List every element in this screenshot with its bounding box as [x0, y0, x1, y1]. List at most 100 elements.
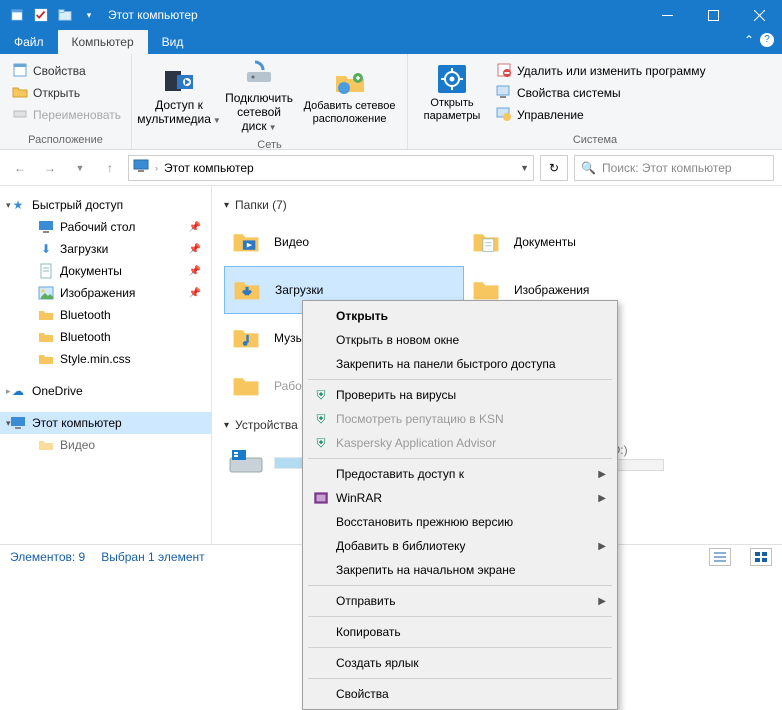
ctx-share[interactable]: Предоставить доступ к▶ — [306, 462, 614, 486]
download-icon: ⬇ — [38, 241, 54, 257]
ribbon-group-system-label: Система — [408, 132, 782, 149]
ctx-scan[interactable]: ⛨Проверить на вирусы — [306, 383, 614, 407]
ribbon-rename: Переименовать — [8, 105, 125, 126]
manage-icon — [496, 106, 512, 125]
qat-newfolder-icon[interactable] — [54, 5, 76, 25]
ctx-copy[interactable]: Копировать — [306, 620, 614, 644]
ribbon-sysprops[interactable]: Свойства системы — [494, 83, 708, 104]
pc-icon — [10, 415, 26, 431]
music-folder-icon — [228, 320, 264, 356]
tree-pictures-label: Изображения — [60, 286, 135, 300]
ctx-ksn-label: Посмотреть репутацию в KSN — [336, 412, 504, 426]
tab-file[interactable]: Файл — [0, 30, 58, 54]
ribbon-map-drive[interactable]: Подключитьсетевой диск▼ — [224, 58, 294, 133]
address-dropdown-icon[interactable]: ▼ — [520, 163, 529, 173]
ribbon-addloc-label: Добавить сетевоерасположение — [304, 100, 396, 125]
ctx-copy-label: Копировать — [336, 625, 401, 639]
ctx-properties[interactable]: Свойства — [306, 682, 614, 706]
ribbon-manage[interactable]: Управление — [494, 105, 708, 126]
ribbon-manage-label: Управление — [517, 108, 584, 122]
document-icon — [38, 263, 54, 279]
window-title: Этот компьютер — [108, 8, 644, 22]
ribbon-open[interactable]: Открыть — [8, 83, 125, 104]
breadcrumb-thispc[interactable]: Этот компьютер — [164, 161, 254, 175]
tree-downloads[interactable]: ⬇Загрузки📌 — [0, 238, 211, 260]
qat-dropdown-icon[interactable]: ▾ — [78, 5, 100, 25]
nav-up-button[interactable]: ↑ — [98, 156, 122, 180]
ctx-pin-start[interactable]: Закрепить на начальном экране — [306, 558, 614, 582]
ctx-restore[interactable]: Восстановить прежнюю версию — [306, 510, 614, 534]
ctx-shortcut-label: Создать ярлык — [336, 656, 419, 670]
navigation-bar: ← → ▼ ↑ › Этот компьютер ▼ ↻ 🔍 Поиск: Эт… — [0, 150, 782, 186]
folder-pictures-label: Изображения — [514, 283, 589, 297]
tree-onedrive[interactable]: ☁OneDrive — [0, 380, 211, 402]
tree-bt1[interactable]: Bluetooth — [0, 304, 211, 326]
ribbon-properties[interactable]: Свойства — [8, 61, 125, 82]
ribbon-collapse-icon[interactable]: ⌃ — [744, 33, 754, 47]
nav-recent-dropdown[interactable]: ▼ — [68, 156, 92, 180]
help-icon[interactable]: ? — [760, 33, 774, 47]
tree-css-label: Style.min.css — [60, 352, 131, 366]
ribbon-media-label: Доступ кмультимедиа▼ — [137, 99, 221, 127]
address-bar[interactable]: › Этот компьютер ▼ — [128, 155, 534, 181]
folder-downloads-label: Загрузки — [275, 283, 323, 297]
ctx-ksn[interactable]: ⛨Посмотреть репутацию в KSN — [306, 407, 614, 431]
folder-documents[interactable]: Документы — [464, 218, 704, 266]
ribbon-media-access[interactable]: Доступ кмультимедиа▼ — [140, 65, 218, 127]
folder-icon — [38, 351, 54, 367]
tab-computer[interactable]: Компьютер — [58, 30, 148, 54]
tree-quick-access[interactable]: ★Быстрый доступ — [0, 194, 211, 216]
tree-pictures[interactable]: Изображения📌 — [0, 282, 211, 304]
ctx-properties-label: Свойства — [336, 687, 389, 701]
navigation-pane: ★Быстрый доступ Рабочий стол📌 ⬇Загрузки📌… — [0, 186, 212, 544]
documents-folder-icon — [468, 224, 504, 260]
ribbon-open-label: Открыть — [33, 86, 80, 100]
star-icon: ★ — [10, 197, 26, 213]
tree-videos-cut[interactable]: Видео — [0, 434, 211, 456]
section-folders[interactable]: ▾Папки (7) — [224, 198, 770, 212]
nav-back-button[interactable]: ← — [8, 156, 32, 180]
ctx-sendto-label: Отправить — [336, 594, 396, 608]
ctx-open[interactable]: Открыть — [306, 304, 614, 328]
ribbon-rename-label: Переименовать — [33, 108, 121, 122]
close-button[interactable] — [736, 0, 782, 30]
ctx-scan-label: Проверить на вирусы — [336, 388, 456, 402]
search-box[interactable]: 🔍 Поиск: Этот компьютер — [574, 155, 774, 181]
submenu-arrow-icon: ▶ — [598, 469, 606, 480]
ribbon-uninstall[interactable]: Удалить или изменить программу — [494, 61, 708, 82]
tree-desktop[interactable]: Рабочий стол📌 — [0, 216, 211, 238]
title-bar: ▾ Этот компьютер — [0, 0, 782, 30]
ribbon-open-params[interactable]: Открытьпараметры — [416, 63, 488, 122]
ctx-sendto[interactable]: Отправить ▶ — [306, 589, 614, 613]
minimize-button[interactable] — [644, 0, 690, 30]
tab-view[interactable]: Вид — [148, 30, 198, 54]
qat-checkbox-icon[interactable] — [30, 5, 52, 25]
tree-desktop-label: Рабочий стол — [60, 220, 135, 234]
tree-documents-label: Документы — [60, 264, 122, 278]
ctx-winrar[interactable]: WinRAR▶ — [306, 486, 614, 510]
ctx-shortcut[interactable]: Создать ярлык — [306, 651, 614, 675]
maximize-button[interactable] — [690, 0, 736, 30]
open-folder-icon — [12, 84, 28, 103]
folder-videos[interactable]: Видео — [224, 218, 464, 266]
tree-css[interactable]: Style.min.css — [0, 348, 211, 370]
pin-icon: 📌 — [189, 266, 201, 277]
tree-documents[interactable]: Документы 📌 — [0, 260, 211, 282]
ribbon-group-location: Свойства Открыть Переименовать Расположе… — [0, 54, 132, 149]
submenu-arrow-icon: ▶ — [598, 596, 606, 607]
ctx-library[interactable]: Добавить в библиотеку▶ — [306, 534, 614, 558]
picture-icon — [38, 285, 54, 301]
ribbon-add-location[interactable]: Добавить сетевоерасположение — [300, 66, 399, 125]
view-icons-button[interactable] — [750, 548, 772, 566]
chevron-right-icon[interactable]: › — [155, 163, 158, 173]
tree-this-pc[interactable]: Этот компьютер — [0, 412, 211, 434]
ctx-pin-quick[interactable]: Закрепить на панели быстрого доступа — [306, 352, 614, 376]
winrar-icon — [312, 489, 330, 507]
ribbon-group-network: Доступ кмультимедиа▼ Подключитьсетевой д… — [132, 54, 408, 149]
tree-bt2[interactable]: Bluetooth — [0, 326, 211, 348]
refresh-button[interactable]: ↻ — [540, 155, 568, 181]
ctx-open-new[interactable]: Открыть в новом окне — [306, 328, 614, 352]
view-details-button[interactable] — [709, 548, 731, 566]
ctx-kaa[interactable]: ⛨Kaspersky Application Advisor — [306, 431, 614, 455]
qat-properties-icon[interactable] — [6, 5, 28, 25]
